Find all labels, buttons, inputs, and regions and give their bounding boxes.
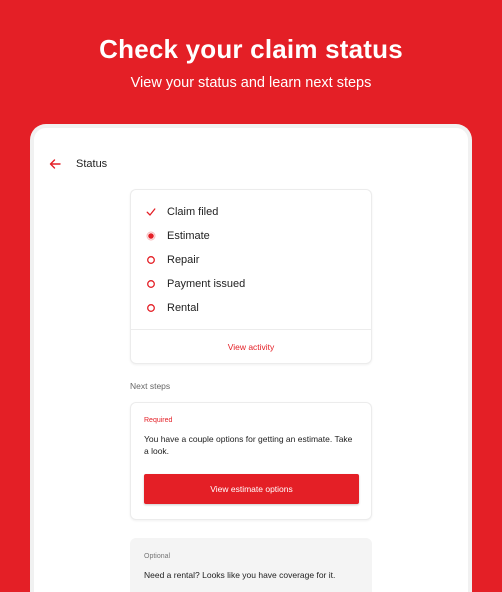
promo-title: Check your claim status <box>99 34 403 64</box>
status-label: Claim filed <box>167 206 219 218</box>
view-activity-link[interactable]: View activity <box>131 330 371 364</box>
check-icon <box>145 206 157 218</box>
page-title: Status <box>76 158 108 170</box>
status-label: Repair <box>167 254 200 266</box>
optional-step-text: Need a rental? Looks like you have cover… <box>144 570 336 580</box>
optional-step-card: Optional Need a rental? Looks like you h… <box>130 538 372 592</box>
app-bar: Status <box>44 152 107 176</box>
back-arrow-icon[interactable] <box>44 153 66 175</box>
filled-dot-icon <box>145 230 157 242</box>
required-step-text: You have a couple options for getting an… <box>144 434 353 456</box>
empty-circle-icon <box>145 278 157 290</box>
status-label: Estimate <box>167 230 210 242</box>
required-badge: Required <box>144 417 173 424</box>
empty-circle-icon <box>145 254 157 266</box>
claim-status-card: Claim filed Estimate Repair Payment issu… <box>130 189 372 364</box>
status-item-repair: Repair <box>131 248 371 272</box>
status-item-claim-filed: Claim filed <box>131 200 371 224</box>
empty-circle-icon <box>145 302 157 314</box>
status-item-estimate: Estimate <box>131 224 371 248</box>
status-label: Rental <box>167 302 199 314</box>
promo-subtitle: View your status and learn next steps <box>130 75 372 91</box>
status-label: Payment issued <box>167 278 246 290</box>
status-item-payment-issued: Payment issued <box>131 272 371 296</box>
status-list: Claim filed Estimate Repair Payment issu… <box>131 190 371 320</box>
required-step-card: Required You have a couple options for g… <box>130 402 372 520</box>
device-frame: Status Claim filed Estimate Repair Payme… <box>30 124 472 592</box>
status-item-rental: Rental <box>131 296 371 320</box>
view-estimate-options-button[interactable]: View estimate options <box>144 474 359 504</box>
next-steps-heading: Next steps <box>130 381 171 391</box>
app-screen: Status Claim filed Estimate Repair Payme… <box>34 128 468 592</box>
optional-badge: Optional <box>144 553 171 560</box>
